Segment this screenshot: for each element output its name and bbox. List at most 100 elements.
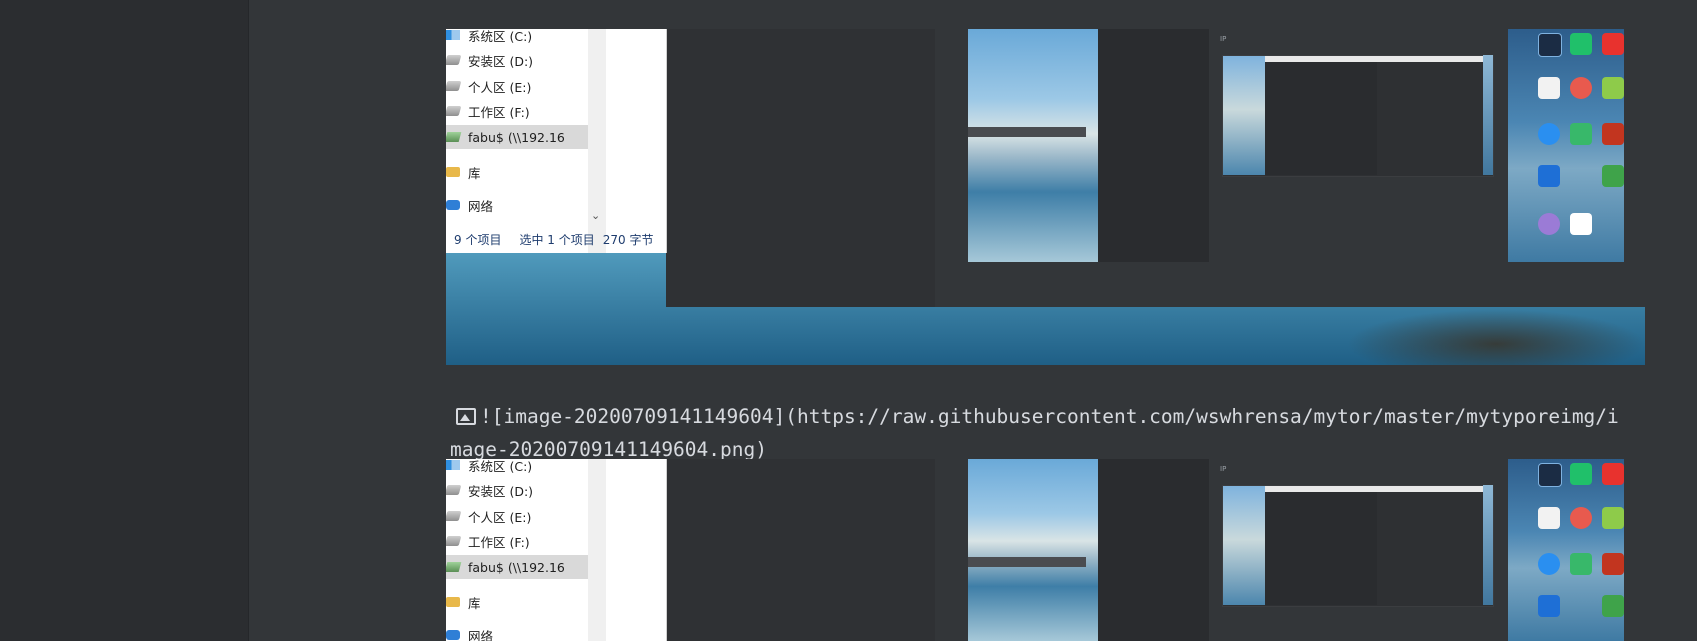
app-green-icon: [1602, 507, 1624, 529]
drive-icon: [446, 55, 462, 65]
vnc-icon: [1538, 507, 1560, 529]
tree-item-c[interactable]: 系统区 (C:): [446, 459, 588, 477]
network-drive-icon: [446, 132, 462, 142]
mini-window-preview: [1223, 486, 1265, 605]
tree-item-label: 网络: [468, 198, 494, 214]
pycharm-icon: [1570, 463, 1592, 485]
tree-item-e[interactable]: 个人区 (E:): [446, 74, 588, 98]
status-size: 270 字节: [602, 232, 654, 247]
chevron-down-icon[interactable]: ⌄: [591, 209, 600, 222]
tree-item-label: 系统区 (C:): [468, 459, 533, 474]
left-gutter: [0, 0, 249, 641]
tree-item-label: 库: [468, 595, 481, 611]
tree-item-label: 库: [468, 165, 481, 181]
app-darkred-icon: [1602, 553, 1624, 575]
tree-scrollbar[interactable]: [588, 459, 606, 641]
tree-item-label: 安装区 (D:): [468, 53, 534, 69]
library-icon: [446, 167, 460, 177]
tree-scrollbar[interactable]: ⌄: [588, 29, 606, 253]
audio-app-icon: [1538, 463, 1562, 487]
network-drive-icon: [446, 562, 462, 572]
tree-item-fabu[interactable]: fabu$ (\\192.16: [446, 125, 588, 149]
tree-item-f[interactable]: 工作区 (F:): [446, 99, 588, 123]
audio-app-icon: [1538, 33, 1562, 57]
drive-icon: [446, 485, 462, 495]
app-play-icon: [1570, 213, 1592, 235]
app-coral-icon: [1570, 77, 1592, 99]
mini-window: [1222, 55, 1494, 177]
embedded-image-2: IP 系统区 (C:) 安装区 (D:) 个人区 (E:) 工作区 (F:) f…: [446, 459, 1645, 641]
tree-item-label: 个人区 (E:): [468, 79, 532, 95]
tree-item-label: 工作区 (F:): [468, 534, 530, 550]
app-darkred-icon: [1602, 123, 1624, 145]
markdown-line-1: ![image-20200709141149604](https://raw.g…: [480, 405, 1619, 428]
app-red-icon: [1602, 33, 1624, 55]
app-shield-icon: [1602, 595, 1624, 617]
app-green-icon: [1602, 77, 1624, 99]
mini-label: IP: [1220, 35, 1227, 43]
status-item-count: 9 个项目: [454, 232, 502, 247]
pycharm-icon: [1570, 33, 1592, 55]
status-bar: 9 个项目 选中 1 个项目 270 字节: [446, 226, 666, 252]
mini-dark-area: [1098, 29, 1209, 262]
app-nav-icon: [1538, 595, 1560, 617]
desktop-icon-grid: [1508, 29, 1624, 262]
navigation-tree: 系统区 (C:) 安装区 (D:) 个人区 (E:) 工作区 (F:) fabu…: [446, 29, 588, 253]
mini-toolbar: [968, 127, 1086, 137]
vnc-icon: [1538, 77, 1560, 99]
drive-icon: [446, 511, 462, 521]
tree-item-label: fabu$ (\\192.16: [468, 129, 565, 145]
tree-item-label: 网络: [468, 628, 494, 641]
sea-reflection: [1346, 309, 1645, 365]
tree-item-d[interactable]: 安装区 (D:): [446, 478, 588, 502]
video-app-icon: [1570, 553, 1592, 575]
status-selection: 选中 1 个项目: [519, 232, 595, 247]
mini-desktop-thumbnail: [968, 459, 1098, 641]
tree-item-label: 系统区 (C:): [468, 29, 533, 44]
video-app-icon: [1570, 123, 1592, 145]
app-red-icon: [1602, 463, 1624, 485]
tree-item-library[interactable]: 库: [446, 590, 588, 614]
tree-item-e[interactable]: 个人区 (E:): [446, 504, 588, 528]
drive-icon: [446, 106, 462, 116]
dark-panel-1: [666, 459, 935, 641]
image-icon: [456, 408, 476, 425]
mini-window: [1222, 485, 1494, 607]
tree-item-label: 安装区 (D:): [468, 483, 534, 499]
explorer-content-edge: [606, 459, 667, 641]
explorer-content-edge: [606, 29, 667, 253]
tree-item-library[interactable]: 库: [446, 160, 588, 184]
file-explorer: 系统区 (C:) 安装区 (D:) 个人区 (E:) 工作区 (F:) fabu…: [446, 29, 667, 253]
drive-icon: [446, 536, 462, 546]
mini-dark-area: [1098, 459, 1209, 641]
mini-label: IP: [1220, 465, 1227, 473]
tree-item-fabu[interactable]: fabu$ (\\192.16: [446, 555, 588, 579]
markdown-image-source[interactable]: ![image-20200709141149604](https://raw.g…: [450, 400, 1646, 466]
navigation-tree: 系统区 (C:) 安装区 (D:) 个人区 (E:) 工作区 (F:) fabu…: [446, 459, 588, 641]
network-icon: [446, 200, 460, 210]
dark-panel-1: [666, 29, 935, 307]
app-blue-icon: [1538, 553, 1560, 575]
tree-item-label: 工作区 (F:): [468, 104, 530, 120]
file-explorer: 系统区 (C:) 安装区 (D:) 个人区 (E:) 工作区 (F:) fabu…: [446, 459, 667, 641]
tree-item-d[interactable]: 安装区 (D:): [446, 48, 588, 72]
desktop-icon-grid: [1508, 459, 1624, 641]
app-disc-icon: [1538, 213, 1560, 235]
drive-icon: [446, 81, 462, 91]
app-blue-icon: [1538, 123, 1560, 145]
tree-item-c[interactable]: 系统区 (C:): [446, 29, 588, 47]
tree-item-network[interactable]: 网络: [446, 193, 588, 217]
app-shield-icon: [1602, 165, 1624, 187]
tree-item-network[interactable]: 网络: [446, 623, 588, 641]
tree-item-label: 个人区 (E:): [468, 509, 532, 525]
mini-window-preview: [1223, 56, 1265, 175]
system-drive-icon: [446, 30, 460, 40]
network-icon: [446, 630, 460, 640]
embedded-image-1: IP 系统区 (C:) 安装区 (D:) 个人区 (E:) 工作区 (F:) f…: [446, 29, 1645, 365]
tree-item-label: fabu$ (\\192.16: [468, 559, 565, 575]
library-icon: [446, 597, 460, 607]
app-coral-icon: [1570, 507, 1592, 529]
mini-toolbar: [968, 557, 1086, 567]
system-drive-icon: [446, 460, 460, 470]
tree-item-f[interactable]: 工作区 (F:): [446, 529, 588, 553]
